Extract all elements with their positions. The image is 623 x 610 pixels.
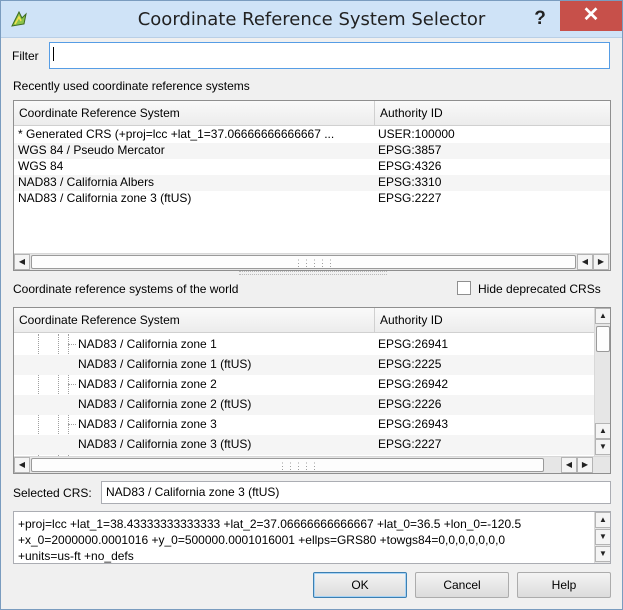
tree-row-selected[interactable]: NAD83 / California zone 3 (ftUS) EPSG:22…: [14, 435, 594, 455]
authority-id: EPSG:26943: [378, 417, 449, 431]
scroll-up-button[interactable]: ▲: [595, 512, 610, 528]
world-horizontal-scrollbar[interactable]: ◀ ⋮⋮⋮⋮⋮ ◀ ▶: [14, 456, 610, 473]
recent-table-header: Coordinate Reference System Authority ID: [14, 101, 610, 126]
help-button[interactable]: Help: [517, 572, 611, 598]
tree-row[interactable]: NAD83 / California zone 1 (ftUS) EPSG:22…: [14, 355, 594, 375]
scroll-left-button[interactable]: ◀: [14, 254, 30, 270]
authority-id: EPSG:2227: [378, 191, 442, 205]
scroll-down-button[interactable]: ▼: [595, 529, 610, 545]
tree-row[interactable]: NAD83 / California zone 1 EPSG:26941: [14, 335, 594, 355]
authority-id: EPSG:4326: [378, 159, 442, 173]
crs-name: NAD83 / California zone 1 (ftUS): [78, 357, 252, 371]
scroll-thumb[interactable]: ⋮⋮⋮⋮⋮: [31, 255, 576, 269]
ok-button[interactable]: OK: [313, 572, 407, 598]
crs-name: WGS 84 / Pseudo Mercator: [18, 143, 165, 157]
scroll-thumb[interactable]: ⋮⋮⋮⋮⋮: [31, 458, 544, 472]
selected-crs-label: Selected CRS:: [13, 486, 92, 500]
selected-crs-field[interactable]: NAD83 / California zone 3 (ftUS): [101, 481, 611, 504]
recent-col-authority[interactable]: Authority ID: [375, 101, 610, 126]
authority-id: EPSG:2227: [378, 437, 442, 451]
crs-name: WGS 84: [18, 159, 64, 173]
scroll-up-button-2[interactable]: ▲: [595, 423, 610, 439]
crs-name: NAD83 / California zone 3: [78, 417, 217, 431]
world-crs-label: Coordinate reference systems of the worl…: [13, 282, 239, 296]
crs-name: NAD83 / California Albers: [18, 175, 155, 189]
proj-line: +x_0=2000000.0001016 +y_0=500000.0001016…: [18, 533, 506, 547]
hide-deprecated-checkbox[interactable]: [457, 281, 471, 295]
table-row[interactable]: NAD83 / California Albers EPSG:3310: [14, 175, 610, 191]
authority-id: EPSG:2225: [378, 357, 442, 371]
authority-id: EPSG:26942: [378, 377, 449, 391]
scroll-right-button[interactable]: ▶: [593, 254, 609, 270]
crs-name: NAD83 / California zone 3 (ftUS): [78, 437, 252, 451]
world-vertical-scrollbar[interactable]: ▲ ▲ ▼: [594, 308, 610, 456]
world-col-authority[interactable]: Authority ID: [375, 308, 594, 333]
tree-row[interactable]: NAD83 / California zone 2 EPSG:26942: [14, 375, 594, 395]
table-row[interactable]: WGS 84 EPSG:4326: [14, 159, 610, 175]
text-caret: [53, 47, 54, 61]
table-row[interactable]: NAD83 / California zone 3 (ftUS) EPSG:22…: [14, 191, 610, 207]
proj-line: +units=us-ft +no_defs: [18, 549, 134, 563]
crs-name: NAD83 / California zone 3 (ftUS): [18, 191, 192, 205]
pane-splitter-handle[interactable]: [239, 271, 387, 275]
selected-crs-value: NAD83 / California zone 3 (ftUS): [106, 485, 280, 499]
grip-icon: ⋮⋮⋮⋮⋮: [294, 258, 335, 268]
title-bar[interactable]: Coordinate Reference System Selector ? ✕: [1, 1, 622, 38]
grip-icon: ⋮⋮⋮⋮⋮: [278, 461, 319, 471]
recent-crs-table[interactable]: Coordinate Reference System Authority ID…: [13, 100, 611, 271]
crs-name: NAD83 / California zone 2: [78, 377, 217, 391]
authority-id: EPSG:2226: [378, 397, 442, 411]
tree-row[interactable]: NAD83 / California zone 3 EPSG:26943: [14, 415, 594, 435]
crs-name: NAD83 / California zone 2 (ftUS): [78, 397, 252, 411]
scroll-down-button-2[interactable]: ▼: [595, 546, 610, 562]
scroll-right-button[interactable]: ▶: [577, 457, 593, 473]
recent-horizontal-scrollbar[interactable]: ◀ ⋮⋮⋮⋮⋮ ◀ ▶: [14, 253, 610, 270]
scroll-left-button-2[interactable]: ◀: [561, 457, 577, 473]
authority-id: EPSG:26941: [378, 337, 449, 351]
world-crs-table[interactable]: Coordinate Reference System Authority ID…: [13, 307, 611, 474]
table-row[interactable]: * Generated CRS (+proj=lcc +lat_1=37.066…: [14, 127, 610, 143]
crs-name: * Generated CRS (+proj=lcc +lat_1=37.066…: [18, 127, 335, 141]
scroll-left-button[interactable]: ◀: [14, 457, 30, 473]
crs-selector-dialog: Coordinate Reference System Selector ? ✕…: [0, 0, 623, 610]
authority-id: EPSG:3857: [378, 143, 442, 157]
scroll-down-button[interactable]: ▼: [595, 439, 610, 455]
crs-name: NAD83 / California zone 1: [78, 337, 217, 351]
authority-id: EPSG:3310: [378, 175, 442, 189]
scroll-thumb[interactable]: [596, 326, 610, 352]
proj-vertical-scrollbar[interactable]: ▲ ▼ ▼: [594, 512, 610, 563]
scroll-left-button-2[interactable]: ◀: [577, 254, 593, 270]
authority-id: USER:100000: [378, 127, 455, 141]
filter-label: Filter: [12, 49, 39, 63]
close-button[interactable]: ✕: [560, 1, 622, 31]
recent-crs-label: Recently used coordinate reference syste…: [13, 79, 250, 93]
filter-input[interactable]: [49, 42, 610, 69]
context-help-button[interactable]: ?: [526, 5, 554, 33]
proj-line: +proj=lcc +lat_1=38.43333333333333 +lat_…: [18, 517, 522, 531]
world-col-crs[interactable]: Coordinate Reference System: [14, 308, 375, 333]
cancel-button[interactable]: Cancel: [415, 572, 509, 598]
proj-definition-text[interactable]: +proj=lcc +lat_1=38.43333333333333 +lat_…: [13, 511, 611, 564]
world-table-header: Coordinate Reference System Authority ID: [14, 308, 594, 333]
recent-col-crs[interactable]: Coordinate Reference System: [14, 101, 375, 126]
table-row[interactable]: WGS 84 / Pseudo Mercator EPSG:3857: [14, 143, 610, 159]
hide-deprecated-label[interactable]: Hide deprecated CRSs: [478, 282, 601, 296]
scroll-up-button[interactable]: ▲: [595, 308, 610, 324]
tree-row[interactable]: NAD83 / California zone 2 (ftUS) EPSG:22…: [14, 395, 594, 415]
